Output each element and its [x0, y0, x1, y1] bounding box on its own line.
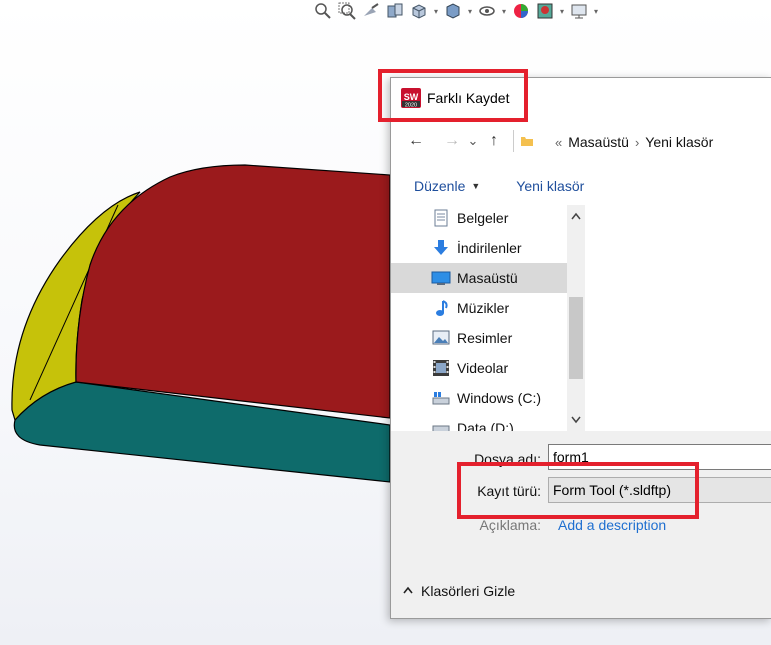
tree-item-music[interactable]: Müzikler	[391, 293, 567, 323]
navigation-scrollbar[interactable]	[567, 205, 585, 431]
folder-icon	[521, 137, 533, 146]
filetype-label: Kayıt türü:	[477, 483, 541, 499]
forward-arrow-icon[interactable]: →	[439, 128, 465, 154]
pictures-icon	[431, 328, 451, 348]
music-icon	[431, 298, 451, 318]
tree-item-windows-drive[interactable]: Windows (C:)	[391, 383, 567, 413]
tree-item-videos[interactable]: Videolar	[391, 353, 567, 383]
desktop-icon	[431, 268, 451, 288]
downloads-icon	[431, 238, 451, 258]
solidworks-logo-icon: SW 2020	[401, 88, 421, 108]
navigation-pane: Belgeler İndirilenler Masaüstü Müzikler …	[391, 205, 567, 431]
scrollbar-thumb[interactable]	[569, 297, 583, 379]
save-as-dialog: SW 2020 Farklı Kaydet ← → ⌄ ↑ « Masaüstü…	[390, 77, 771, 619]
scroll-down-icon[interactable]	[567, 411, 585, 429]
tree-item-desktop[interactable]: Masaüstü	[391, 263, 567, 293]
documents-icon	[431, 208, 451, 228]
dialog-titlebar[interactable]: SW 2020 Farklı Kaydet	[391, 78, 771, 118]
svg-text:SW: SW	[404, 92, 419, 102]
add-description-link[interactable]: Add a description	[558, 517, 666, 533]
description-label: Açıklama:	[479, 517, 541, 533]
svg-text:2020: 2020	[405, 102, 417, 108]
tree-item-downloads[interactable]: İndirilenler	[391, 233, 567, 263]
breadcrumb-separator-icon[interactable]: ›	[635, 135, 639, 150]
nav-divider	[513, 130, 514, 152]
scroll-up-icon[interactable]	[567, 207, 585, 225]
tree-item-label: Windows (C:)	[457, 390, 542, 406]
tree-item-label: Data (D:)	[457, 420, 514, 431]
filename-label: Dosya adı:	[474, 451, 541, 467]
command-bar: Düzenle ▼ Yeni klasör	[391, 174, 771, 198]
hide-folders-button[interactable]: Klasörleri Gizle	[403, 583, 515, 599]
tree-item-label: Resimler	[457, 330, 513, 346]
dialog-title: Farklı Kaydet	[427, 90, 510, 106]
hide-folders-label: Klasörleri Gizle	[421, 583, 516, 599]
breadcrumb-segment-new-folder[interactable]: Yeni klasör	[645, 134, 713, 150]
organize-button[interactable]: Düzenle ▼	[414, 178, 480, 194]
tree-item-documents[interactable]: Belgeler	[391, 205, 567, 233]
organize-label: Düzenle	[414, 178, 466, 194]
filename-input[interactable]: form1	[548, 444, 771, 470]
breadcrumb-overflow-icon[interactable]: «	[555, 135, 562, 150]
save-options-panel: Dosya adı: form1 Kayıt türü: Form Tool (…	[391, 431, 771, 618]
recent-locations-icon[interactable]: ⌄	[465, 128, 481, 154]
breadcrumb[interactable]: « Masaüstü › Yeni klasör	[555, 130, 771, 154]
videos-icon	[431, 358, 451, 378]
chevron-down-icon: ▼	[471, 181, 481, 191]
tree-item-label: İndirilenler	[457, 240, 522, 256]
tree-item-label: Masaüstü	[457, 270, 518, 286]
tree-item-label: Videolar	[457, 360, 509, 376]
tree-item-label: Müzikler	[457, 300, 510, 316]
back-arrow-icon[interactable]: ←	[403, 128, 429, 154]
new-folder-button[interactable]: Yeni klasör	[516, 178, 584, 194]
up-folder-icon[interactable]: ↑	[481, 128, 507, 154]
tree-item-label: Belgeler	[457, 210, 509, 226]
new-folder-label: Yeni klasör	[516, 178, 585, 194]
tree-item-pictures[interactable]: Resimler	[391, 323, 567, 353]
tree-item-data-drive[interactable]: Data (D:)	[391, 413, 567, 431]
filetype-select[interactable]: Form Tool (*.sldftp)	[548, 477, 771, 503]
drive-icon	[431, 418, 451, 431]
breadcrumb-segment-desktop[interactable]: Masaüstü	[568, 134, 629, 150]
chevron-up-icon	[403, 585, 413, 597]
drive-icon	[431, 388, 451, 408]
file-list-pane[interactable]	[586, 205, 771, 431]
